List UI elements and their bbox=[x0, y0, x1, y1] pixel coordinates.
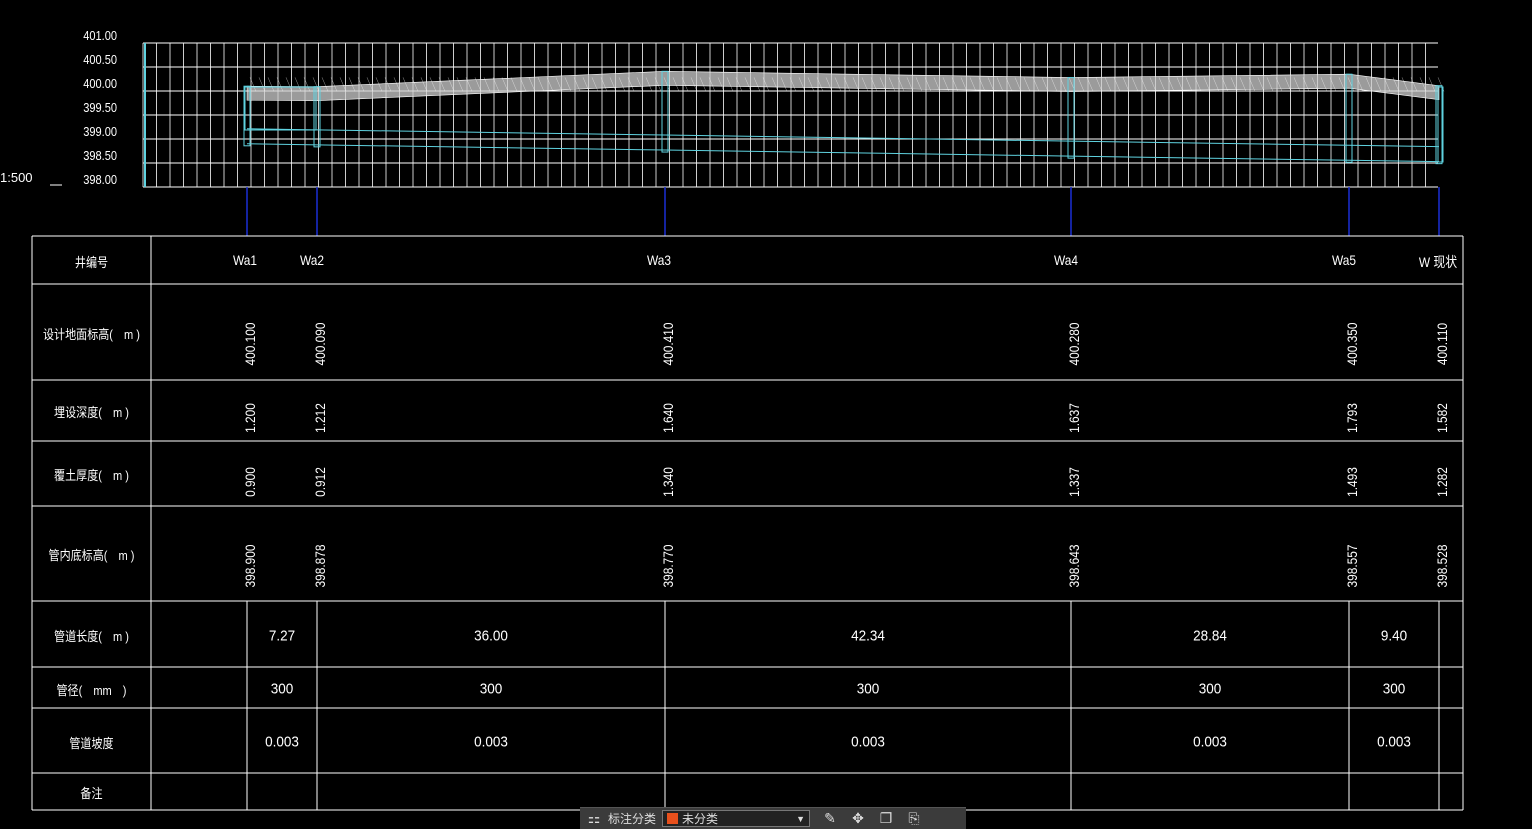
y-tick: 400.50 bbox=[83, 52, 117, 67]
burial-depth-value: 1.637 bbox=[1066, 403, 1082, 433]
profile-drawing bbox=[31, 42, 1464, 811]
well-name: Wa5 bbox=[1331, 252, 1357, 268]
pipe-invert-line bbox=[316, 144, 666, 151]
invert-elev-value: 398.878 bbox=[312, 544, 328, 588]
cover-depth-value: 1.337 bbox=[1066, 467, 1082, 497]
invert-elev-value: 398.557 bbox=[1344, 544, 1360, 588]
pipe-diameter-value: 300 bbox=[270, 680, 294, 698]
row-label-pipe-length: 管道长度( m ) bbox=[54, 629, 129, 644]
pipe-crown-line bbox=[1070, 140, 1350, 146]
ground-elev-value: 400.100 bbox=[242, 322, 258, 366]
well-name: Wa4 bbox=[1053, 252, 1079, 268]
pipe-invert-line bbox=[246, 143, 318, 146]
row-label-ground-elev: 设计地面标高( m ) bbox=[42, 327, 140, 342]
pipe-slope-value: 0.003 bbox=[1193, 733, 1227, 751]
y-tick: 401.00 bbox=[83, 28, 117, 43]
y-tick: 400.00 bbox=[83, 76, 117, 91]
pipe-slope-value: 0.003 bbox=[265, 733, 299, 751]
pipe-diameter-value: 300 bbox=[1198, 680, 1222, 698]
burial-depth-value: 1.640 bbox=[660, 403, 676, 433]
ground-elev-value: 400.350 bbox=[1344, 322, 1360, 366]
burial-depth-value: 1.212 bbox=[312, 403, 328, 433]
y-tick: 399.00 bbox=[83, 124, 117, 139]
category-swatch bbox=[667, 813, 679, 824]
pipe-length-value: 7.27 bbox=[268, 627, 296, 645]
move-icon[interactable]: ✥ bbox=[848, 810, 868, 827]
pipe-length-value: 9.40 bbox=[1380, 627, 1408, 645]
row-label-invert-elev: 管内底标高( m ) bbox=[48, 548, 135, 563]
cover-depth-value: 0.912 bbox=[312, 467, 328, 497]
pipe-slope-value: 0.003 bbox=[1377, 733, 1411, 751]
cover-depth-value: 1.282 bbox=[1434, 467, 1450, 497]
pipe-diameter-value: 300 bbox=[479, 680, 503, 698]
copy-icon[interactable]: ❐ bbox=[876, 810, 896, 827]
pipe-slope-value: 0.003 bbox=[474, 733, 508, 751]
chevron-down-icon: ▼ bbox=[796, 813, 806, 824]
well-name: Wa1 bbox=[232, 252, 258, 268]
well-name: Wa2 bbox=[299, 252, 325, 268]
pipe-diameter-value: 300 bbox=[856, 680, 880, 698]
well-name: W 现状 bbox=[1418, 254, 1458, 270]
pipe-length-value: 42.34 bbox=[851, 627, 885, 645]
cover-depth-value: 1.340 bbox=[660, 467, 676, 497]
ground-band bbox=[246, 71, 1440, 101]
cover-depth-value: 1.493 bbox=[1344, 467, 1360, 497]
ground-elev-value: 400.110 bbox=[1434, 322, 1450, 366]
toolbar-label: 标注分类 bbox=[608, 812, 657, 826]
annotation-toolbar: ⚏ 标注分类 未分类 ▼ ✎ ✥ ❐ ⎘ bbox=[580, 807, 966, 829]
pipe-crown-line bbox=[316, 129, 666, 136]
pipe-invert-line bbox=[664, 149, 1072, 157]
row-label-cover-depth: 覆土厚度( m ) bbox=[54, 468, 129, 483]
invert-elev-value: 398.528 bbox=[1434, 544, 1450, 588]
category-selected: 未分类 bbox=[682, 812, 719, 826]
row-label-well-no: 井编号 bbox=[74, 255, 109, 270]
burial-depth-value: 1.793 bbox=[1344, 403, 1360, 433]
scale-label: 1:500 bbox=[0, 170, 33, 185]
invert-elev-value: 398.643 bbox=[1066, 544, 1082, 588]
y-tick: 398.00 bbox=[83, 172, 117, 187]
category-dropdown[interactable]: 未分类 ▼ bbox=[662, 810, 811, 827]
pipe-length-value: 36.00 bbox=[474, 627, 508, 645]
pipe-crown-line bbox=[664, 134, 1072, 142]
row-label-pipe-diameter: 管径( mm ) bbox=[56, 683, 127, 698]
burial-depth-value: 1.582 bbox=[1434, 403, 1450, 433]
grid-icon[interactable]: ⚏ bbox=[584, 810, 604, 827]
row-label-burial-depth: 埋设深度( m ) bbox=[54, 405, 129, 420]
paste-icon[interactable]: ⎘ bbox=[904, 810, 924, 827]
pipe-length-value: 28.84 bbox=[1193, 627, 1227, 645]
invert-elev-value: 398.770 bbox=[660, 544, 676, 588]
invert-elev-value: 398.900 bbox=[242, 544, 258, 588]
pipe-diameter-value: 300 bbox=[1382, 680, 1406, 698]
y-tick: 399.50 bbox=[83, 100, 117, 115]
ground-elev-value: 400.280 bbox=[1066, 322, 1082, 366]
well-name: Wa3 bbox=[646, 252, 672, 268]
edit-icon[interactable]: ✎ bbox=[820, 810, 840, 827]
row-label-remarks: 备注 bbox=[80, 786, 103, 801]
cover-depth-value: 0.900 bbox=[242, 467, 258, 497]
pipe-invert-line bbox=[1070, 155, 1350, 161]
pipe-slope-value: 0.003 bbox=[851, 733, 885, 751]
ground-elev-value: 400.410 bbox=[660, 322, 676, 366]
burial-depth-value: 1.200 bbox=[242, 403, 258, 433]
row-label-pipe-slope: 管道坡度 bbox=[69, 736, 114, 751]
y-tick: 398.50 bbox=[83, 148, 117, 163]
ground-elev-value: 400.090 bbox=[312, 322, 328, 366]
